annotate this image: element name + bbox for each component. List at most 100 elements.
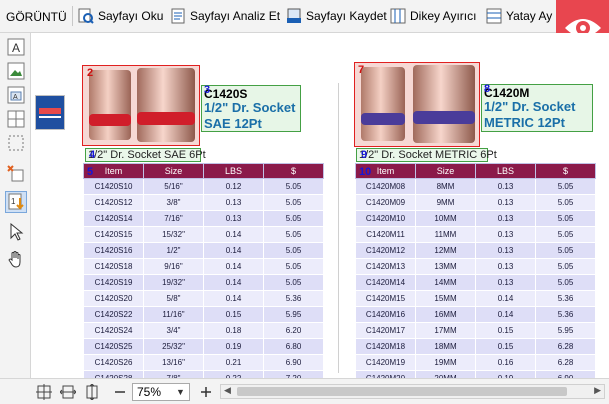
scroll-right-icon[interactable]: ▶	[594, 385, 601, 396]
table-cell: 0.14	[203, 290, 264, 307]
zoom-in-icon[interactable]	[198, 384, 214, 400]
selection-pointer-icon[interactable]	[7, 222, 25, 241]
table-row: C1420M12 12MM 0.13 5.05	[355, 242, 596, 259]
table-cell: C1420M14	[355, 274, 416, 291]
left-product-code: C1420S	[204, 87, 248, 101]
read-page-button[interactable]: Sayfayı Oku	[78, 5, 163, 27]
page-thumbnail[interactable]	[35, 95, 65, 130]
right-table-area-number: 10	[359, 166, 372, 178]
analyze-page-button[interactable]: Sayfayı Analiz Et	[170, 5, 280, 27]
table-cell: 5/16"	[143, 178, 204, 195]
document-view[interactable]: 2 C1420S 1/2" Dr. Socket SAE 12Pt 3 1/2"…	[31, 33, 609, 378]
table-cell: 5.05	[535, 194, 596, 211]
horizontal-separator-button[interactable]: Yatay Ay	[486, 5, 552, 27]
left-spec-table: Item Size LBS $ C1420S10 5/16" 0.12 5.05 C1420S…	[83, 163, 324, 378]
delete-area-tool-icon[interactable]	[7, 165, 25, 183]
table-cell: 5.95	[263, 306, 324, 323]
table-row: C1420S12 3/8" 0.13 5.05	[83, 194, 324, 211]
table-cell: 5/8"	[143, 290, 204, 307]
right-product-code: C1420M	[484, 86, 530, 100]
table-cell: C1420S15	[83, 226, 144, 243]
table-cell: 0.14	[203, 274, 264, 291]
save-page-button[interactable]: Sayfayı Kaydet	[286, 5, 387, 27]
barcode-area-tool-icon[interactable]	[7, 134, 25, 152]
table-cell: 0.22	[203, 370, 264, 378]
table-cell: C1420S14	[83, 210, 144, 227]
table-cell: C1420M12	[355, 242, 416, 259]
picture-area-tool-icon[interactable]	[7, 62, 25, 80]
table-cell: 0.13	[475, 274, 536, 291]
scrollbar-thumb[interactable]	[237, 387, 567, 396]
table-cell: 16MM	[415, 306, 476, 323]
fit-height-icon[interactable]	[84, 383, 100, 401]
svg-text:1: 1	[11, 197, 16, 206]
table-cell: 8MM	[415, 178, 476, 195]
table-cell: 0.13	[475, 194, 536, 211]
table-cell: 11/16"	[143, 306, 204, 323]
table-cell: C1420S24	[83, 322, 144, 339]
table-cell: C1420S22	[83, 306, 144, 323]
table-cell: 0.13	[203, 194, 264, 211]
save-page-label: Sayfayı Kaydet	[306, 9, 387, 23]
right-caption: 1/2" Dr. Socket METRIC 6Pt	[356, 148, 497, 162]
top-toolbar: GÖRÜNTÜ Sayfayı Oku Sayfayı Analiz Et Sa…	[0, 0, 609, 33]
zoom-out-icon[interactable]	[112, 384, 128, 400]
table-cell: 14MM	[415, 274, 476, 291]
table-cell: 0.15	[475, 338, 536, 355]
table-cell: C1420M19	[355, 354, 416, 371]
pan-hand-icon[interactable]	[7, 250, 25, 268]
fit-page-icon[interactable]	[36, 384, 52, 400]
order-areas-tool-icon[interactable]: 1	[5, 191, 27, 213]
table-cell: C1420M15	[355, 290, 416, 307]
table-cell: 1/2"	[143, 242, 204, 259]
table-cell: 5.05	[263, 274, 324, 291]
table-cell: 5.05	[263, 210, 324, 227]
table-cell: C1420S18	[83, 258, 144, 275]
table-cell: C1420S19	[83, 274, 144, 291]
table-cell: 0.14	[203, 226, 264, 243]
table-cell: 0.13	[475, 258, 536, 275]
table-cell: 5.95	[535, 322, 596, 339]
column-header: LBS	[475, 163, 536, 179]
table-cell: 0.13	[475, 178, 536, 195]
socket-band-blue	[361, 113, 405, 125]
chevron-down-icon[interactable]: ▼	[176, 383, 185, 401]
table-row: C1420M18 18MM 0.15 6.28	[355, 338, 596, 355]
table-cell: C1420S28	[83, 370, 144, 378]
table-cell: 0.14	[203, 242, 264, 259]
background-picture-tool-icon[interactable]: A	[7, 86, 25, 104]
vertical-separator-button[interactable]: Dikey Ayırıcı	[390, 5, 476, 27]
right-spec-table: Item Size LBS $ C1420M08 8MM 0.13 5.05 C1420M09…	[355, 163, 596, 378]
table-row: C1420S19 19/32" 0.14 5.05	[83, 274, 324, 291]
left-product-name: 1/2" Dr. Socket	[204, 100, 296, 115]
table-row: C1420S14 7/16" 0.13 5.05	[83, 210, 324, 227]
table-cell: 0.15	[475, 322, 536, 339]
table-cell: C1420M18	[355, 338, 416, 355]
table-row: C1420M13 13MM 0.13 5.05	[355, 258, 596, 275]
svg-text:A: A	[12, 41, 20, 55]
table-cell: 5.05	[263, 258, 324, 275]
table-cell: C1420M11	[355, 226, 416, 243]
table-header-row: Item Size LBS $	[355, 163, 596, 179]
fit-width-icon[interactable]	[59, 384, 77, 400]
table-cell: 0.14	[203, 258, 264, 275]
text-area-tool-icon[interactable]: A	[7, 38, 25, 56]
table-cell: C1420S10	[83, 178, 144, 195]
right-title-area: C1420M 1/2" Dr. Socket METRIC 12Pt	[481, 84, 593, 132]
table-row: C1420S18 9/16" 0.14 5.05	[83, 258, 324, 275]
table-cell: 0.18	[203, 322, 264, 339]
horizontal-scrollbar[interactable]: ◀ ▶	[220, 384, 605, 399]
table-area-tool-icon[interactable]	[7, 110, 25, 128]
table-cell: 5.05	[535, 258, 596, 275]
right-product-name: 1/2" Dr. Socket	[484, 99, 576, 114]
table-cell: 18MM	[415, 338, 476, 355]
table-cell: 0.13	[203, 210, 264, 227]
view-menu-label[interactable]: GÖRÜNTÜ	[6, 10, 67, 24]
table-cell: 0.19	[203, 338, 264, 355]
table-cell: C1420M17	[355, 322, 416, 339]
scroll-left-icon[interactable]: ◀	[224, 385, 231, 396]
table-cell: 5.36	[263, 290, 324, 307]
read-page-icon	[78, 8, 94, 24]
table-cell: C1420S12	[83, 194, 144, 211]
table-cell: 0.14	[475, 306, 536, 323]
